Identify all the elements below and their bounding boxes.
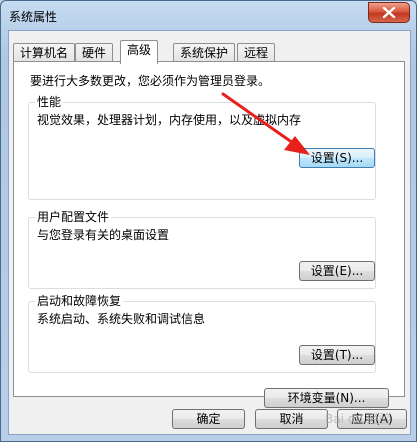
system-properties-window: 系统属性 计算机名 硬件 高级 系统保护 远程 要进行大多数更改，您必须作为管理… [0, 0, 417, 442]
baidu-watermark: Bai du 经验 [325, 412, 391, 426]
performance-settings-button[interactable]: 设置(S)... [299, 148, 375, 168]
startup-recovery-title: 启动和故障恢复 [35, 294, 124, 308]
tab-computer-name[interactable]: 计算机名 [13, 43, 76, 63]
tab-system-protection[interactable]: 系统保护 [173, 43, 236, 63]
tab-hardware[interactable]: 硬件 [75, 43, 114, 63]
user-profiles-settings-button[interactable]: 设置(E)... [299, 261, 375, 281]
startup-recovery-settings-button[interactable]: 设置(T)... [299, 345, 375, 365]
environment-variables-button[interactable]: 环境变量(N)... [264, 388, 389, 408]
ok-button[interactable]: 确定 [172, 409, 245, 429]
admin-notice: 要进行大多数更改，您必须作为管理员登录。 [30, 74, 271, 88]
advanced-tab-panel: 要进行大多数更改，您必须作为管理员登录。 性能 视觉效果，处理器计划，内存使用，… [13, 61, 405, 408]
user-profiles-title: 用户配置文件 [35, 210, 112, 224]
performance-title: 性能 [35, 95, 64, 109]
user-profiles-description: 与您登录有关的桌面设置 [37, 228, 170, 242]
startup-recovery-description: 系统启动、系统失败和调试信息 [37, 312, 206, 326]
cancel-button[interactable]: 取消 [255, 409, 328, 429]
window-title: 系统属性 [9, 10, 58, 24]
startup-recovery-group: 启动和故障恢复 系统启动、系统失败和调试信息 设置(T)... [28, 294, 376, 373]
performance-group: 性能 视觉效果，处理器计划，内存使用，以及虚拟内存 设置(S)... [28, 95, 376, 200]
dialog-client-area: 计算机名 硬件 高级 系统保护 远程 要进行大多数更改，您必须作为管理员登录。 … [8, 30, 411, 435]
close-button[interactable] [368, 2, 410, 23]
tab-remote[interactable]: 远程 [237, 43, 276, 63]
performance-description: 视觉效果，处理器计划，内存使用，以及虚拟内存 [37, 113, 302, 127]
title-bar[interactable]: 系统属性 [1, 1, 416, 31]
user-profiles-group: 用户配置文件 与您登录有关的桌面设置 设置(E)... [28, 210, 376, 289]
close-icon [382, 7, 396, 18]
tab-advanced[interactable]: 高级 [120, 40, 159, 64]
